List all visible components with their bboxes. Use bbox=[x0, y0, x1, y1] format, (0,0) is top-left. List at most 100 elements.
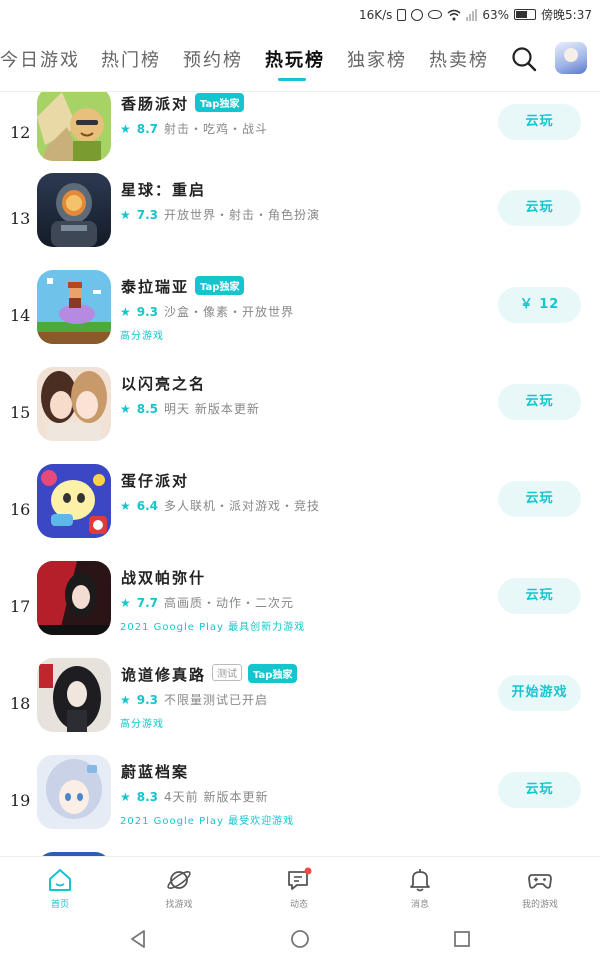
game-score: 8.7 bbox=[136, 121, 159, 136]
game-icon-guidao-xiuzhen[interactable] bbox=[37, 658, 111, 732]
game-icon-punishing[interactable] bbox=[37, 561, 111, 635]
game-row[interactable]: 18 诡道修真路 测试 Tap独家 ★ 9.3 不限量测试已开启 高分游戏 开始游戏 bbox=[0, 658, 600, 755]
game-icon-eggy-party[interactable] bbox=[37, 464, 111, 538]
game-score: 8.5 bbox=[136, 401, 159, 416]
game-title-text: 星球：重启 bbox=[121, 181, 207, 199]
home-circle-icon[interactable] bbox=[289, 928, 311, 950]
game-meta: ★ 7.3 开放世界・射击・角色扮演 bbox=[120, 206, 320, 223]
user-avatar[interactable] bbox=[555, 42, 587, 74]
home-icon bbox=[49, 869, 71, 891]
battery-percent: 63% bbox=[482, 7, 510, 22]
game-highlight: 高分游戏 bbox=[120, 331, 164, 342]
game-title: 蔚蓝档案 bbox=[121, 761, 189, 782]
rank-number: 19 bbox=[10, 791, 31, 810]
cloud-play-button[interactable]: 云玩 bbox=[498, 578, 581, 614]
game-title: 泰拉瑞亚 Tap独家 bbox=[121, 276, 245, 297]
cloud-play-button[interactable]: 云玩 bbox=[498, 772, 581, 808]
battery-icon bbox=[514, 9, 537, 20]
nav-my-games[interactable]: 我的游戏 bbox=[505, 867, 575, 910]
game-title: 诡道修真路 测试 Tap独家 bbox=[121, 664, 298, 685]
tab-today-games[interactable]: 今日游戏 bbox=[0, 46, 80, 72]
game-title-text: 诡道修真路 bbox=[121, 666, 207, 684]
wifi-icon bbox=[447, 9, 461, 20]
game-icon-planet-restart[interactable] bbox=[37, 173, 111, 247]
star-icon: ★ bbox=[120, 789, 131, 804]
star-icon: ★ bbox=[120, 595, 131, 610]
game-row[interactable]: 16 蛋仔派对 ★ 6.4 多人联机・派对游戏・竞技 云玩 bbox=[0, 464, 600, 561]
game-tags: 开放世界・射击・角色扮演 bbox=[164, 208, 321, 222]
ranking-tabs-bar: 今日游戏 热门榜 预约榜 热玩榜 独家榜 热卖榜 bbox=[0, 30, 600, 92]
nav-feed[interactable]: 动态 bbox=[264, 867, 334, 910]
game-tags: 明天 新版本更新 bbox=[164, 402, 260, 416]
cloud-play-button[interactable]: 云玩 bbox=[498, 190, 581, 226]
back-icon[interactable] bbox=[127, 928, 149, 950]
recents-icon[interactable] bbox=[451, 928, 473, 950]
game-title-text: 战双帕弥什 bbox=[121, 569, 207, 587]
game-row[interactable]: 17 战双帕弥什 ★ 7.7 高画质・动作・二次元 2021 Google Pl… bbox=[0, 561, 600, 658]
game-award: 2021 Google Play 最具创新力游戏 bbox=[120, 622, 306, 633]
game-title-text: 泰拉瑞亚 bbox=[121, 278, 190, 296]
game-icon-sausage-party[interactable] bbox=[37, 92, 111, 161]
bottom-navigation: 首页 找游戏 动态 消息 我的游戏 bbox=[0, 856, 600, 916]
active-tab-indicator bbox=[278, 78, 306, 81]
tab-hot-play[interactable]: 热玩榜 bbox=[265, 46, 325, 72]
tab-best-selling[interactable]: 热卖榜 bbox=[429, 46, 489, 72]
nav-messages[interactable]: 消息 bbox=[385, 867, 455, 910]
clock: 傍晚5:37 bbox=[541, 8, 592, 22]
game-row[interactable]: 13 星球：重启 ★ 7.3 开放世界・射击・角色扮演 云玩 bbox=[0, 173, 600, 270]
status-bar: 16K/s 63% 傍晚5:37 bbox=[0, 0, 600, 30]
rank-number: 17 bbox=[10, 597, 31, 616]
rank-number: 12 bbox=[10, 123, 31, 142]
nav-label: 找游戏 bbox=[165, 900, 193, 910]
cloud-play-button[interactable]: 云玩 bbox=[498, 384, 581, 420]
game-row[interactable]: 14 泰拉瑞亚 Tap独家 ★ 9.3 沙盒・像素・开放世界 高分游戏 ￥ 12 bbox=[0, 270, 600, 367]
chat-icon bbox=[288, 867, 312, 890]
game-icon-terraria[interactable] bbox=[37, 270, 111, 344]
alarm-icon bbox=[411, 8, 424, 21]
game-title-text: 蔚蓝档案 bbox=[121, 763, 190, 781]
game-tags: 多人联机・派对游戏・竞技 bbox=[164, 499, 321, 513]
game-award: 2021 Google Play 最受欢迎游戏 bbox=[120, 816, 295, 827]
game-title: 战双帕弥什 bbox=[121, 567, 206, 588]
vibrate-icon bbox=[397, 8, 407, 21]
game-title-text: 以闪亮之名 bbox=[121, 375, 207, 393]
game-title-text: 香肠派对 bbox=[121, 95, 190, 113]
game-row[interactable]: 19 蔚蓝档案 ★ 8.3 4天前 新版本更新 2021 Google Play… bbox=[0, 755, 600, 852]
nav-home[interactable]: 首页 bbox=[25, 867, 95, 910]
game-meta: ★ 8.3 4天前 新版本更新 bbox=[120, 788, 268, 805]
star-icon: ★ bbox=[120, 121, 131, 136]
tab-popular[interactable]: 热门榜 bbox=[101, 46, 161, 72]
game-tags: 高画质・动作・二次元 bbox=[164, 596, 295, 610]
tap-exclusive-badge: Tap独家 bbox=[248, 664, 298, 683]
rank-number: 15 bbox=[10, 403, 31, 422]
cloud-play-button[interactable]: 云玩 bbox=[498, 481, 581, 517]
star-icon: ★ bbox=[120, 498, 131, 513]
game-icon-shining-name[interactable] bbox=[37, 367, 111, 441]
search-icon[interactable] bbox=[509, 44, 539, 74]
test-badge: 测试 bbox=[212, 664, 243, 681]
buy-button[interactable]: ￥ 12 bbox=[498, 287, 581, 323]
game-icon-blue-archive[interactable] bbox=[37, 755, 111, 829]
cloud-play-button[interactable]: 云玩 bbox=[498, 104, 581, 140]
rank-number: 13 bbox=[10, 209, 31, 228]
tab-exclusive[interactable]: 独家榜 bbox=[347, 46, 407, 72]
game-score: 8.3 bbox=[136, 789, 159, 804]
game-tags: 不限量测试已开启 bbox=[164, 693, 269, 707]
rank-number: 18 bbox=[10, 694, 31, 713]
game-row[interactable]: 15 以闪亮之名 ★ 8.5 明天 新版本更新 云玩 bbox=[0, 367, 600, 464]
game-title: 以闪亮之名 bbox=[121, 373, 206, 394]
star-icon: ★ bbox=[120, 401, 131, 416]
system-navigation-bar bbox=[0, 916, 600, 960]
start-game-button[interactable]: 开始游戏 bbox=[498, 675, 581, 711]
rank-number: 16 bbox=[10, 500, 31, 519]
nav-find-games[interactable]: 找游戏 bbox=[144, 867, 214, 910]
game-row[interactable]: 12 香肠派对 Tap独家 ★ 8.7 射击・吃鸡・战斗 云玩 bbox=[0, 92, 600, 184]
game-meta: ★ 8.5 明天 新版本更新 bbox=[120, 400, 260, 417]
game-score: 7.3 bbox=[136, 207, 159, 222]
rank-number: 14 bbox=[10, 306, 31, 325]
bell-icon bbox=[410, 869, 430, 892]
tab-reservation[interactable]: 预约榜 bbox=[183, 46, 243, 72]
game-score: 9.3 bbox=[136, 692, 159, 707]
game-tags: 射击・吃鸡・战斗 bbox=[164, 122, 269, 136]
game-score: 9.3 bbox=[136, 304, 159, 319]
